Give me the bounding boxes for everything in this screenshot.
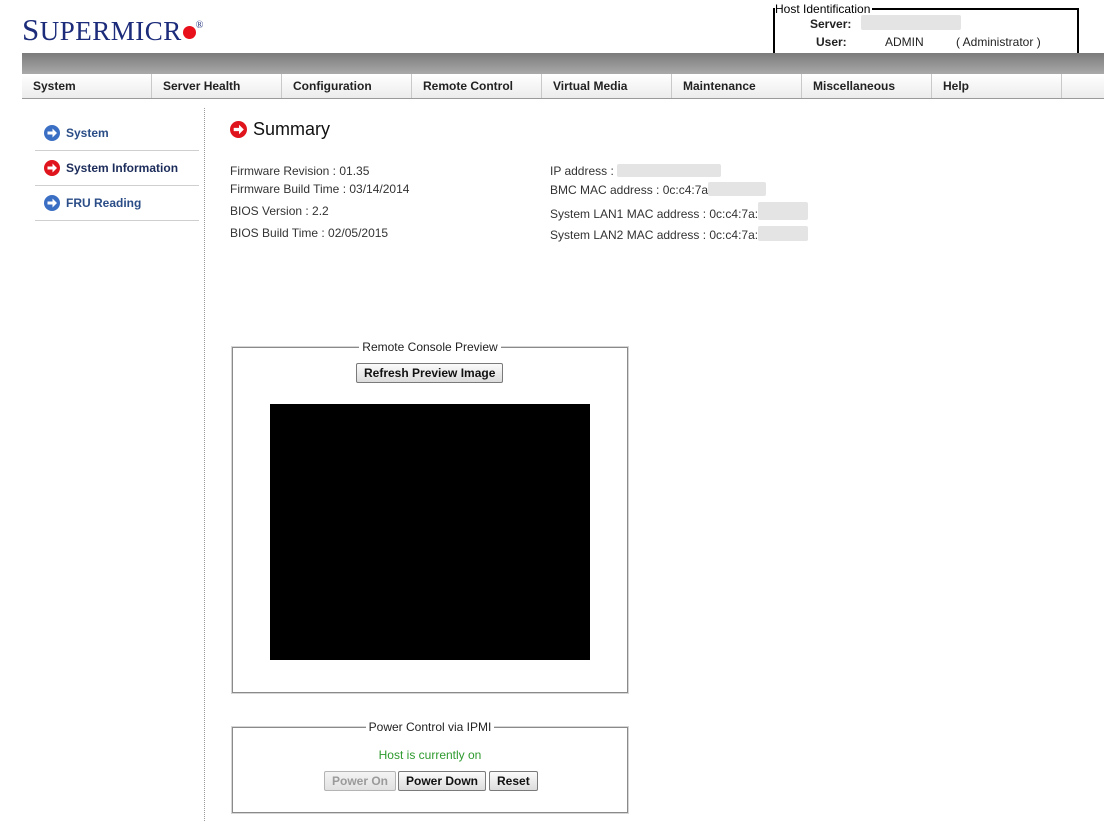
lan1-mac-label: System LAN1 MAC address : 0c:c4:7a: (550, 207, 759, 221)
page-title-text: Summary (253, 119, 331, 139)
sidebar-item-system[interactable]: System (35, 116, 199, 151)
host-status-text: Host is currently on (378, 748, 482, 762)
host-identification-legend: Host Identification (775, 2, 873, 16)
sidebar-item-label: System (66, 126, 109, 140)
nav-help[interactable]: Help (932, 74, 1062, 98)
server-label: Server: (810, 17, 852, 31)
server-value (861, 15, 961, 31)
lan1-mac-row: System LAN1 MAC address : 0c:c4:7a: (550, 202, 809, 221)
arrow-right-blue-icon (44, 125, 60, 141)
nav-miscellaneous[interactable]: Miscellaneous (802, 74, 932, 98)
lan2-mac-label: System LAN2 MAC address : 0c:c4:7a: (550, 228, 759, 242)
user-value: ADMIN (885, 35, 924, 49)
lan1-mac-redacted (758, 202, 809, 220)
bios-version: BIOS Version : 2.2 (230, 204, 329, 218)
firmware-build-time: Firmware Build Time : 03/14/2014 (230, 182, 410, 196)
logo-o-dot-icon (182, 26, 196, 39)
power-down-button[interactable]: Power Down (398, 771, 487, 791)
firmware-revision: Firmware Revision : 01.35 (230, 164, 370, 178)
sidebar-item-label: System Information (66, 161, 179, 175)
power-control-legend: Power Control via IPMI (233, 720, 627, 734)
remote-console-legend: Remote Console Preview (233, 340, 627, 354)
sidebar: System System Information FRU Reading (35, 116, 199, 221)
remote-console-legend-text: Remote Console Preview (359, 340, 501, 354)
lan2-mac-redacted (758, 226, 809, 241)
console-preview-image[interactable] (270, 404, 590, 660)
ip-address-row: IP address : (550, 164, 722, 178)
nav-virtual-media[interactable]: Virtual Media (542, 74, 672, 98)
ip-address-redacted (617, 164, 722, 177)
bmc-mac-row: BMC MAC address : 0c:c4:7a (550, 182, 767, 197)
nav-system[interactable]: System (22, 74, 152, 98)
sidebar-item-fru-reading[interactable]: FRU Reading (35, 186, 199, 221)
arrow-right-red-icon (230, 121, 247, 138)
page-title: Summary (230, 119, 330, 140)
lan2-mac-row: System LAN2 MAC address : 0c:c4:7a: (550, 226, 809, 242)
sidebar-divider (204, 108, 205, 821)
server-value-redacted (861, 15, 961, 30)
power-control-legend-text: Power Control via IPMI (365, 720, 495, 734)
reset-button[interactable]: Reset (489, 771, 538, 791)
logo-registered-mark: ® (195, 20, 204, 31)
nav-remote-control[interactable]: Remote Control (412, 74, 542, 98)
refresh-preview-button[interactable]: Refresh Preview Image (356, 363, 504, 383)
nav-server-health[interactable]: Server Health (152, 74, 282, 98)
sidebar-item-system-information[interactable]: System Information (35, 151, 199, 186)
nav-configuration[interactable]: Configuration (282, 74, 412, 98)
host-identification-box: Host Identification Server: User: ADMIN … (773, 2, 1079, 55)
bios-build-time: BIOS Build Time : 02/05/2015 (230, 226, 389, 240)
power-on-button[interactable]: Power On (324, 771, 397, 791)
bmc-mac-label: BMC MAC address : 0c:c4:7a (550, 183, 709, 197)
nav-maintenance[interactable]: Maintenance (672, 74, 802, 98)
logo-initial: S (22, 12, 40, 47)
logo-text: UPERMICR (39, 16, 182, 46)
user-role: ( Administrator ) (956, 35, 1041, 49)
bmc-mac-redacted (708, 182, 767, 196)
arrow-right-blue-icon (44, 195, 60, 211)
main-nav: System Server Health Configuration Remot… (22, 74, 1104, 99)
supermicro-logo: SUPERMICR ® (22, 12, 204, 48)
ip-address-label: IP address : (550, 164, 614, 178)
power-control-panel: Power Control via IPMI (231, 720, 629, 814)
header-band (22, 53, 1104, 74)
user-label: User: (816, 35, 847, 49)
arrow-right-red-icon (44, 160, 60, 176)
sidebar-item-label: FRU Reading (66, 196, 142, 210)
